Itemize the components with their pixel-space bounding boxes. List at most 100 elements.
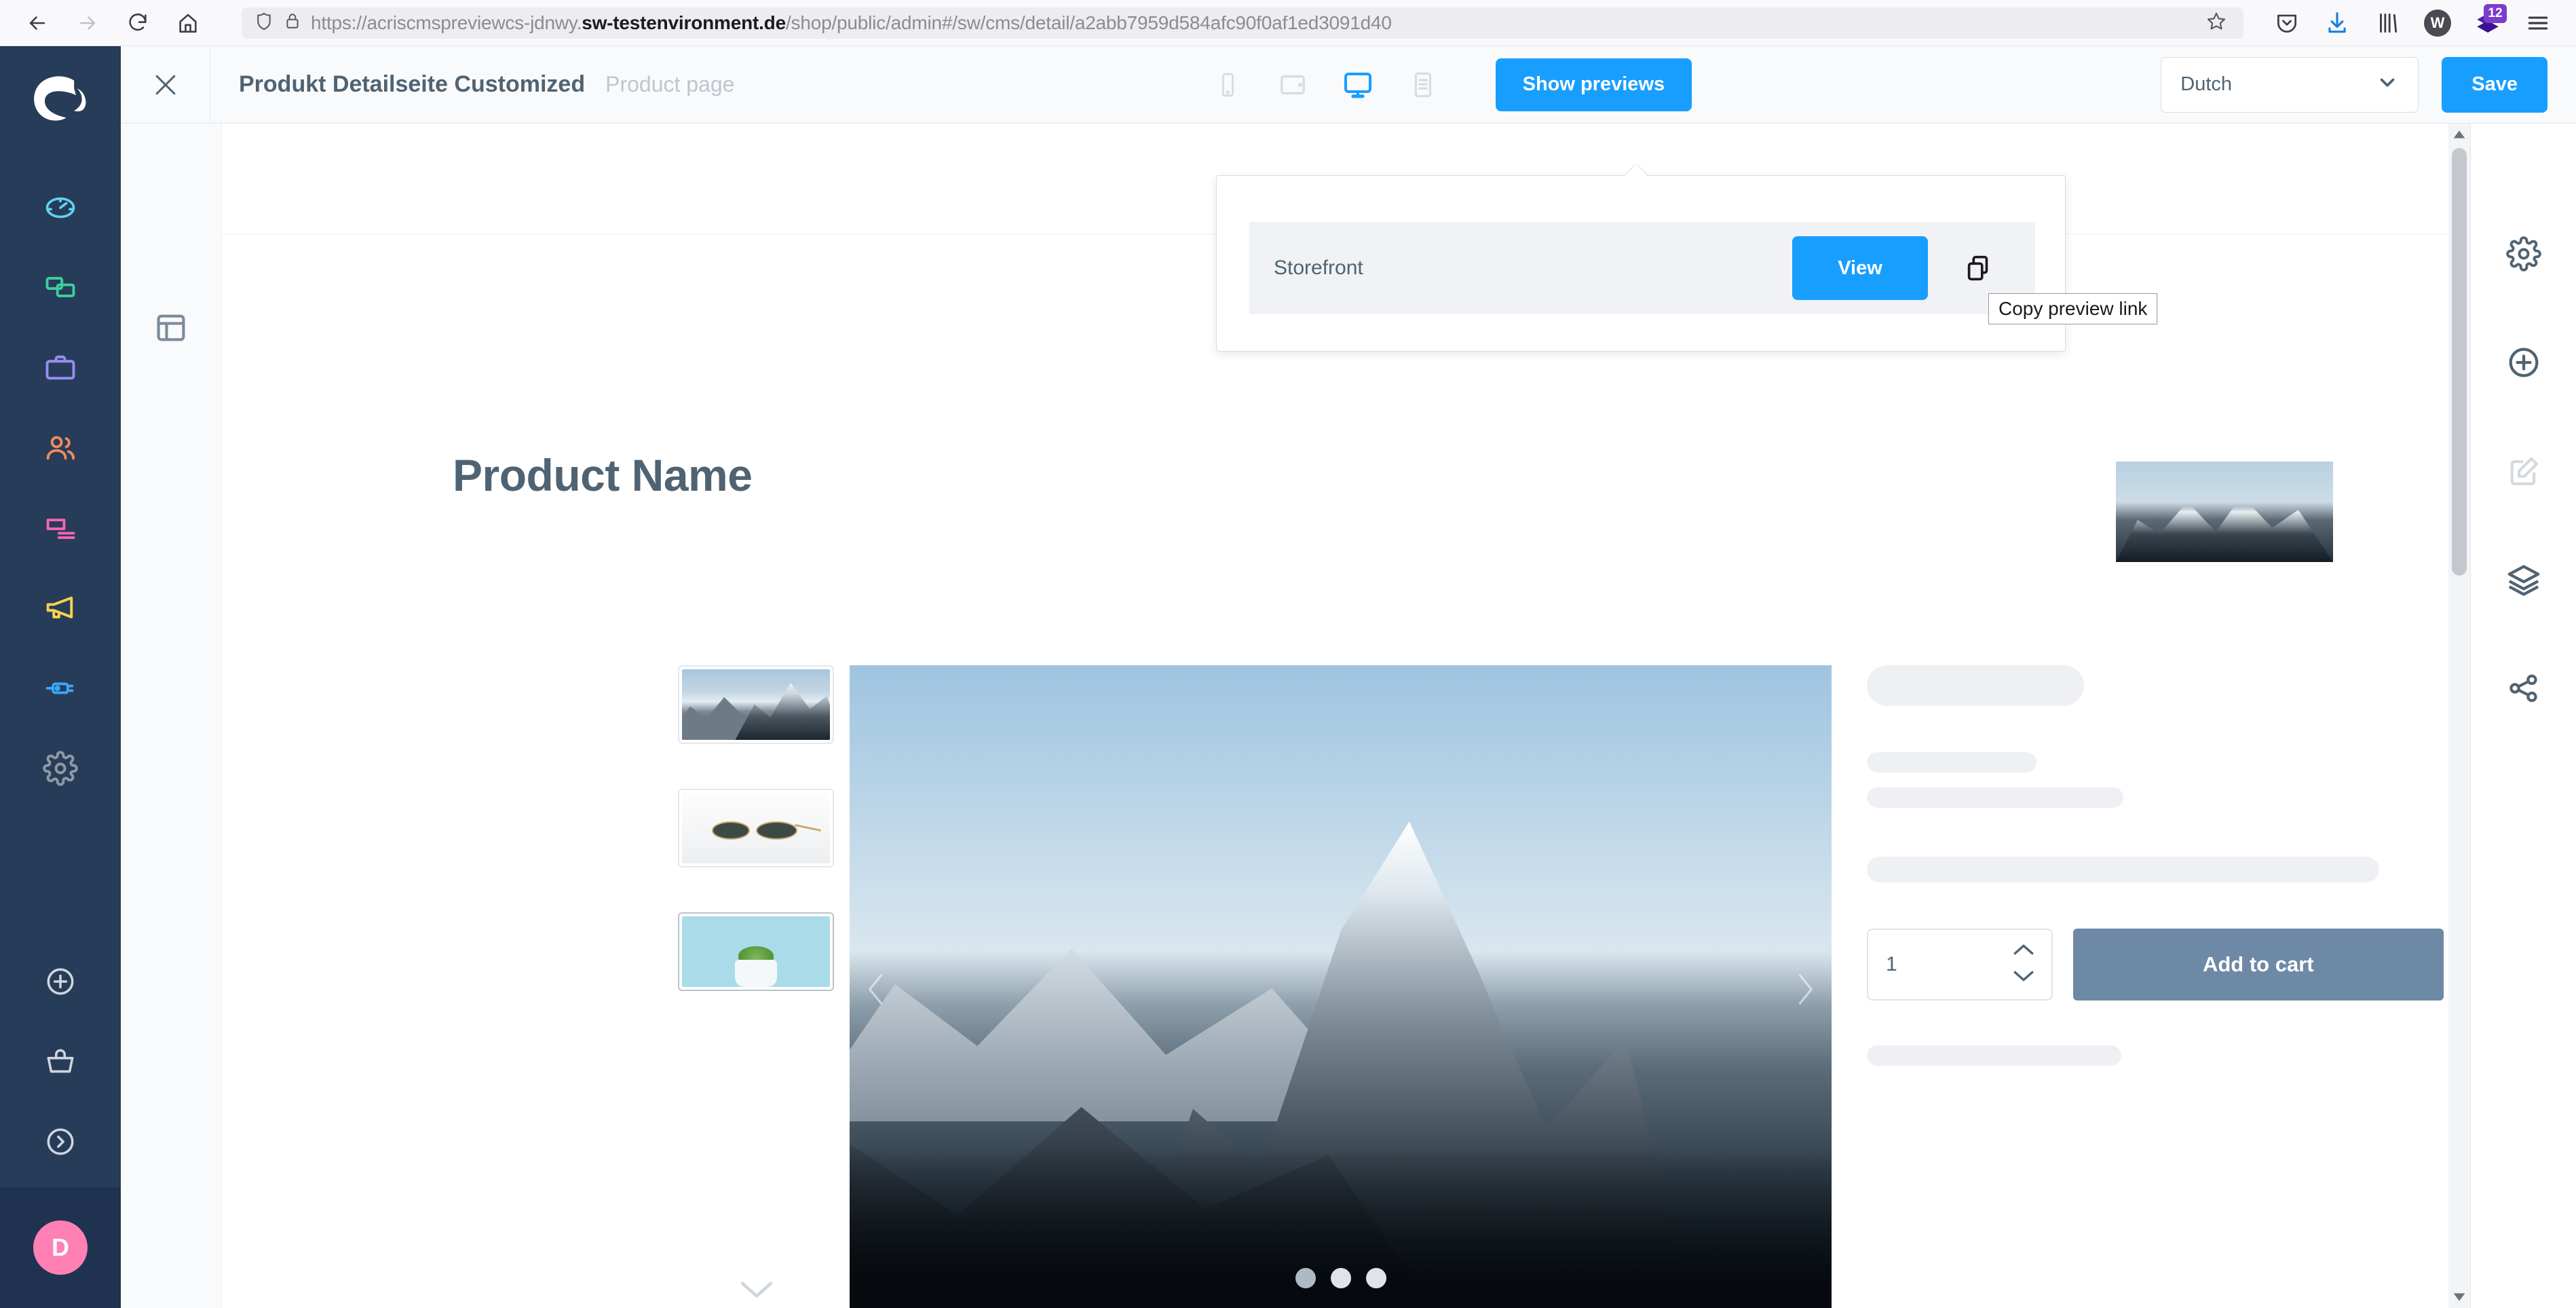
carousel-dot[interactable] <box>1330 1268 1351 1288</box>
chevron-right-icon[interactable] <box>1789 969 1821 1013</box>
gear-icon[interactable] <box>2471 200 2576 308</box>
mobile-icon[interactable] <box>1204 61 1251 109</box>
preview-sales-channel-label: Storefront <box>1274 257 1363 279</box>
cms-tools-sidebar <box>2470 124 2576 1308</box>
scrollbar-thumb[interactable] <box>2452 148 2467 576</box>
header-actions: Dutch Save <box>2161 56 2576 113</box>
url-scheme: https:// <box>311 12 367 33</box>
edit-square-icon[interactable] <box>2471 417 2576 525</box>
library-icon[interactable] <box>2367 3 2408 43</box>
quantity-stepper[interactable]: 1 <box>1867 929 2053 1001</box>
url-path: /shop/public/admin#/sw/cms/detail/a2abb7… <box>785 12 1392 33</box>
navigation-buttons <box>0 1 210 45</box>
pocket-icon[interactable] <box>2267 3 2307 43</box>
form-icon[interactable] <box>1399 61 1447 109</box>
shield-icon[interactable] <box>254 11 274 35</box>
layers-extension-icon[interactable]: 12 <box>2467 3 2508 43</box>
gallery-thumbnails <box>678 665 834 1036</box>
shopware-logo[interactable] <box>31 75 90 127</box>
skeleton-line-3 <box>1867 857 2379 882</box>
device-viewport-switcher: Show previews <box>1204 58 1692 111</box>
skeleton-price <box>1867 665 2084 706</box>
url-text[interactable]: https://acriscmspreviewcs-jdnwy.sw-teste… <box>311 12 1392 34</box>
back-icon[interactable] <box>15 1 60 45</box>
sidebar-item-expand[interactable] <box>0 1102 121 1182</box>
header-titles: Produkt Detailseite Customized Product p… <box>210 71 734 98</box>
thumbnail-plant-art <box>682 916 830 987</box>
carousel-dots <box>1295 1268 1386 1288</box>
sidebar-item-catalogues[interactable] <box>0 248 121 328</box>
sidebar-item-customers[interactable] <box>0 408 121 488</box>
reload-icon[interactable] <box>115 1 160 45</box>
address-bar[interactable]: https://acriscmspreviewcs-jdnwy.sw-teste… <box>242 7 2243 39</box>
chevron-up-icon[interactable] <box>2012 942 2035 960</box>
add-to-cart-button[interactable]: Add to cart <box>2072 929 2444 1001</box>
main-mountain-art <box>850 665 1832 1308</box>
canvas-scrollbar[interactable] <box>2448 124 2470 1308</box>
sidebar-item-content[interactable] <box>0 488 121 568</box>
hero-mountain-art <box>2116 462 2333 562</box>
plus-circle-icon[interactable] <box>2471 308 2576 417</box>
caret-up-icon[interactable] <box>2448 124 2470 145</box>
caret-down-icon[interactable] <box>2448 1286 2470 1308</box>
product-title: Product Name <box>453 450 753 500</box>
sidebar-item-settings[interactable] <box>0 728 121 808</box>
sidebar-item-shop[interactable] <box>0 1022 121 1102</box>
show-previews-button[interactable]: Show previews <box>1495 58 1692 111</box>
sidebar-item-dashboard[interactable] <box>0 168 121 248</box>
desktop-icon[interactable] <box>1334 61 1382 109</box>
cms-editor-header: Produkt Detailseite Customized Product p… <box>121 45 2576 124</box>
skeleton-line-4 <box>1867 1045 2121 1066</box>
skeleton-line-2 <box>1867 787 2123 808</box>
sidebar-item-add[interactable] <box>0 941 121 1022</box>
account-initial: W <box>2424 9 2451 37</box>
thumbnail-mountain-art <box>682 669 830 740</box>
layers-icon[interactable] <box>2471 525 2576 634</box>
gallery-more-chevron-down-icon[interactable] <box>738 1277 776 1305</box>
chevron-down-icon[interactable] <box>2012 969 2035 987</box>
language-select[interactable]: Dutch <box>2161 56 2419 113</box>
copy-icon[interactable] <box>1946 236 2011 300</box>
thumbnail-plant[interactable] <box>678 912 834 991</box>
tablet-icon[interactable] <box>1269 61 1317 109</box>
sidebar-item-extensions[interactable] <box>0 648 121 728</box>
forward-icon <box>65 1 110 45</box>
home-icon[interactable] <box>166 1 210 45</box>
carousel-dot[interactable] <box>1365 1268 1386 1288</box>
page-subtitle: Product page <box>605 72 735 96</box>
layout-panel-icon[interactable] <box>153 310 189 1308</box>
save-button[interactable]: Save <box>2442 56 2547 113</box>
browser-toolbar-right: W 12 <box>2267 3 2576 43</box>
user-avatar-wrap[interactable]: D <box>0 1187 121 1308</box>
popover-arrow <box>1624 164 1647 176</box>
sidebar-item-marketing[interactable] <box>0 568 121 648</box>
url-domain: sw-testenvironment.de <box>582 12 786 33</box>
copy-preview-link-tooltip: Copy preview link <box>1988 293 2158 324</box>
view-button[interactable]: View <box>1792 236 1928 300</box>
buy-row: 1 Add to cart <box>1867 929 2444 1001</box>
admin-sidebar: D <box>0 46 121 1308</box>
sidebar-item-orders[interactable] <box>0 328 121 408</box>
chevron-left-icon[interactable] <box>860 969 892 1013</box>
account-avatar[interactable]: W <box>2417 3 2458 43</box>
page-title: Produkt Detailseite Customized <box>239 71 586 97</box>
download-icon[interactable] <box>2317 3 2357 43</box>
thumbnail-mountain[interactable] <box>678 665 834 744</box>
quantity-arrows <box>2012 942 2035 987</box>
quantity-value: 1 <box>1886 953 1897 975</box>
language-value: Dutch <box>2180 73 2233 95</box>
close-icon[interactable] <box>121 45 210 124</box>
thumbnail-sunglasses-art <box>682 793 830 863</box>
share-icon[interactable] <box>2471 634 2576 743</box>
thumbnail-sunglasses[interactable] <box>678 789 834 867</box>
hamburger-menu-icon[interactable] <box>2518 3 2558 43</box>
browser-toolbar: https://acriscmspreviewcs-jdnwy.sw-teste… <box>0 0 2576 46</box>
lock-icon[interactable] <box>284 11 301 35</box>
url-subdomain: acriscmspreviewcs-jdnwy. <box>366 12 582 33</box>
product-main-image[interactable] <box>850 665 1832 1308</box>
star-icon[interactable] <box>2205 10 2231 35</box>
hero-image <box>2116 462 2333 562</box>
browser-window: https://acriscmspreviewcs-jdnwy.sw-teste… <box>0 0 2576 1308</box>
carousel-dot[interactable] <box>1295 1268 1316 1288</box>
skeleton-line-1 <box>1867 752 2037 772</box>
